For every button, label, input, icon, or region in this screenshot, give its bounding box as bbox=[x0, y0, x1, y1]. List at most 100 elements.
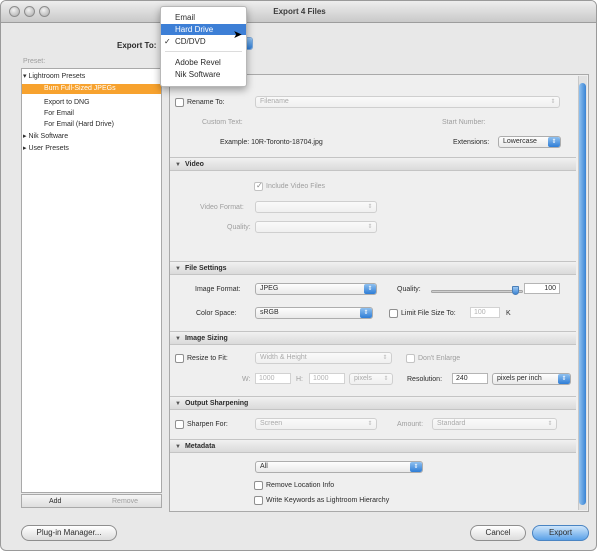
chevron-updown-icon: ⇕ bbox=[364, 284, 376, 294]
output-sharpening-section-header[interactable]: ▼ Output Sharpening bbox=[170, 396, 576, 410]
disclosure-open-icon: ▼ bbox=[175, 266, 181, 272]
chevron-updown-icon: ⇕ bbox=[410, 462, 422, 472]
scrollbar-thumb[interactable] bbox=[579, 83, 586, 505]
quality-slider[interactable] bbox=[431, 290, 523, 293]
preset-group-lightroom[interactable]: ▾ Lightroom Presets bbox=[23, 72, 159, 82]
resize-to-fit-label: Resize to Fit: bbox=[187, 355, 228, 362]
export-button[interactable]: Export bbox=[532, 525, 589, 541]
export-to-menu: Email Hard Drive ✓ CD/DVD Adobe Revel Ni… bbox=[160, 6, 247, 87]
amount-select[interactable]: Standard ⇕ bbox=[432, 418, 557, 430]
disclosure-open-icon: ▼ bbox=[175, 162, 181, 168]
resize-to-fit-checkbox[interactable] bbox=[175, 354, 184, 363]
disclosure-open-icon[interactable]: ▾ bbox=[23, 73, 27, 80]
quality-slider-thumb[interactable] bbox=[512, 286, 520, 295]
include-video-checkbox[interactable] bbox=[254, 181, 263, 191]
chevron-updown-icon: ⇕ bbox=[367, 204, 373, 210]
write-keywords-label: Write Keywords as Lightroom Hierarchy bbox=[266, 497, 390, 504]
chevron-updown-icon: ⇕ bbox=[547, 421, 553, 427]
preset-buttons-bar bbox=[21, 494, 162, 508]
image-format-label: Image Format: bbox=[195, 286, 241, 293]
metadata-section-header[interactable]: ▼ Metadata bbox=[170, 439, 576, 453]
resolution-input[interactable]: 240 bbox=[452, 373, 488, 384]
chevron-updown-icon: ⇕ bbox=[360, 308, 372, 318]
width-input[interactable]: 1000 bbox=[255, 373, 291, 384]
width-label: W: bbox=[242, 376, 251, 383]
rename-to-select[interactable]: Filename ⇕ bbox=[255, 96, 560, 108]
disclosure-closed-icon[interactable]: ▸ bbox=[23, 145, 27, 152]
dont-enlarge-checkbox[interactable] bbox=[406, 354, 415, 363]
limit-file-size-checkbox[interactable] bbox=[389, 309, 398, 318]
height-label: H: bbox=[296, 376, 303, 383]
limit-file-size-label: Limit File Size To: bbox=[401, 310, 456, 317]
preset-item[interactable]: Export to DNG bbox=[23, 98, 159, 108]
quality-input[interactable]: 100 bbox=[524, 283, 560, 294]
disclosure-open-icon: ▼ bbox=[175, 336, 181, 342]
preset-header: Preset: bbox=[23, 58, 46, 65]
preset-item[interactable]: For Email bbox=[23, 109, 159, 119]
preset-item[interactable]: For Email (Hard Drive) bbox=[23, 120, 159, 130]
sharpen-for-select[interactable]: Screen ⇕ bbox=[255, 418, 377, 430]
video-format-select[interactable]: ⇕ bbox=[255, 201, 377, 213]
chevron-updown-icon: ⇕ bbox=[558, 374, 570, 384]
mouse-cursor-icon: ➤ bbox=[233, 29, 243, 41]
disclosure-closed-icon[interactable]: ▸ bbox=[23, 133, 27, 140]
remove-preset-button[interactable]: Remove bbox=[112, 498, 138, 505]
menu-item-email[interactable]: Email bbox=[161, 12, 246, 23]
resize-to-fit-select[interactable]: Width & Height ⇕ bbox=[255, 352, 392, 364]
rename-to-checkbox[interactable] bbox=[175, 98, 184, 107]
add-preset-button[interactable]: Add bbox=[49, 498, 61, 505]
file-settings-section-header[interactable]: ▼ File Settings bbox=[170, 261, 576, 275]
chevron-updown-icon: ⇕ bbox=[548, 137, 560, 147]
video-quality-select[interactable]: ⇕ bbox=[255, 221, 377, 233]
video-quality-label: Quality: bbox=[227, 224, 251, 231]
chevron-updown-icon: ⇕ bbox=[383, 376, 389, 382]
height-input[interactable]: 1000 bbox=[309, 373, 345, 384]
export-dialog: Export 4 Files Export To: ▾ Preset: ▾ Li… bbox=[0, 0, 597, 551]
color-space-select[interactable]: sRGB ⇕ bbox=[255, 307, 373, 319]
title-bar: Export 4 Files bbox=[1, 1, 596, 23]
preset-group-user[interactable]: ▸ User Presets bbox=[23, 144, 159, 154]
remove-location-checkbox[interactable] bbox=[254, 481, 263, 490]
amount-label: Amount: bbox=[397, 421, 424, 428]
extensions-label: Extensions: bbox=[453, 139, 490, 146]
export-to-label: Export To: bbox=[117, 41, 157, 50]
menu-divider bbox=[165, 51, 242, 52]
include-video-label: Include Video Files bbox=[266, 183, 326, 190]
chevron-updown-icon: ⇕ bbox=[367, 224, 373, 230]
color-space-label: Color Space: bbox=[196, 310, 237, 317]
limit-file-size-input[interactable]: 100 bbox=[470, 307, 500, 318]
write-keywords-checkbox[interactable] bbox=[254, 496, 263, 505]
chevron-updown-icon: ⇕ bbox=[550, 99, 556, 105]
remove-location-label: Remove Location Info bbox=[266, 482, 335, 489]
plugin-manager-button[interactable]: Plug-in Manager... bbox=[21, 525, 117, 541]
menu-item-nik-software[interactable]: Nik Software bbox=[161, 69, 246, 80]
menu-item-adobe-revel[interactable]: Adobe Revel bbox=[161, 57, 246, 68]
chevron-updown-icon: ⇕ bbox=[367, 421, 373, 427]
start-number-label: Start Number: bbox=[442, 119, 486, 126]
cancel-button[interactable]: Cancel bbox=[470, 525, 526, 541]
quality-label: Quality: bbox=[397, 286, 421, 293]
sharpen-for-label: Sharpen For: bbox=[187, 421, 228, 428]
metadata-include-select[interactable]: All ⇕ bbox=[255, 461, 423, 473]
rename-to-label: Rename To: bbox=[187, 99, 225, 106]
disclosure-open-icon: ▼ bbox=[175, 444, 181, 450]
image-format-select[interactable]: JPEG ⇕ bbox=[255, 283, 377, 295]
extensions-select[interactable]: Lowercase ⇕ bbox=[498, 136, 561, 148]
video-section-header[interactable]: ▼ Video bbox=[170, 157, 576, 171]
sharpen-for-checkbox[interactable] bbox=[175, 420, 184, 429]
resolution-label: Resolution: bbox=[407, 376, 443, 383]
dont-enlarge-label: Don't Enlarge bbox=[418, 355, 461, 362]
size-units-select[interactable]: pixels ⇕ bbox=[349, 373, 393, 385]
video-format-label: Video Format: bbox=[200, 204, 244, 211]
chevron-updown-icon: ⇕ bbox=[382, 355, 388, 361]
custom-text-label: Custom Text: bbox=[202, 119, 243, 126]
filename-example: Example: 10R-Toronto-18704.jpg bbox=[220, 139, 323, 146]
resolution-units-select[interactable]: pixels per inch ⇕ bbox=[492, 373, 571, 385]
image-sizing-section-header[interactable]: ▼ Image Sizing bbox=[170, 331, 576, 345]
preset-group-nik[interactable]: ▸ Nik Software bbox=[23, 132, 159, 142]
preset-item-selected[interactable]: Burn Full-Sized JPEGs bbox=[22, 84, 161, 94]
limit-file-size-unit: K bbox=[506, 310, 511, 317]
window-title: Export 4 Files bbox=[273, 7, 326, 16]
disclosure-open-icon: ▼ bbox=[175, 401, 181, 407]
checkmark-icon: ✓ bbox=[164, 37, 171, 46]
